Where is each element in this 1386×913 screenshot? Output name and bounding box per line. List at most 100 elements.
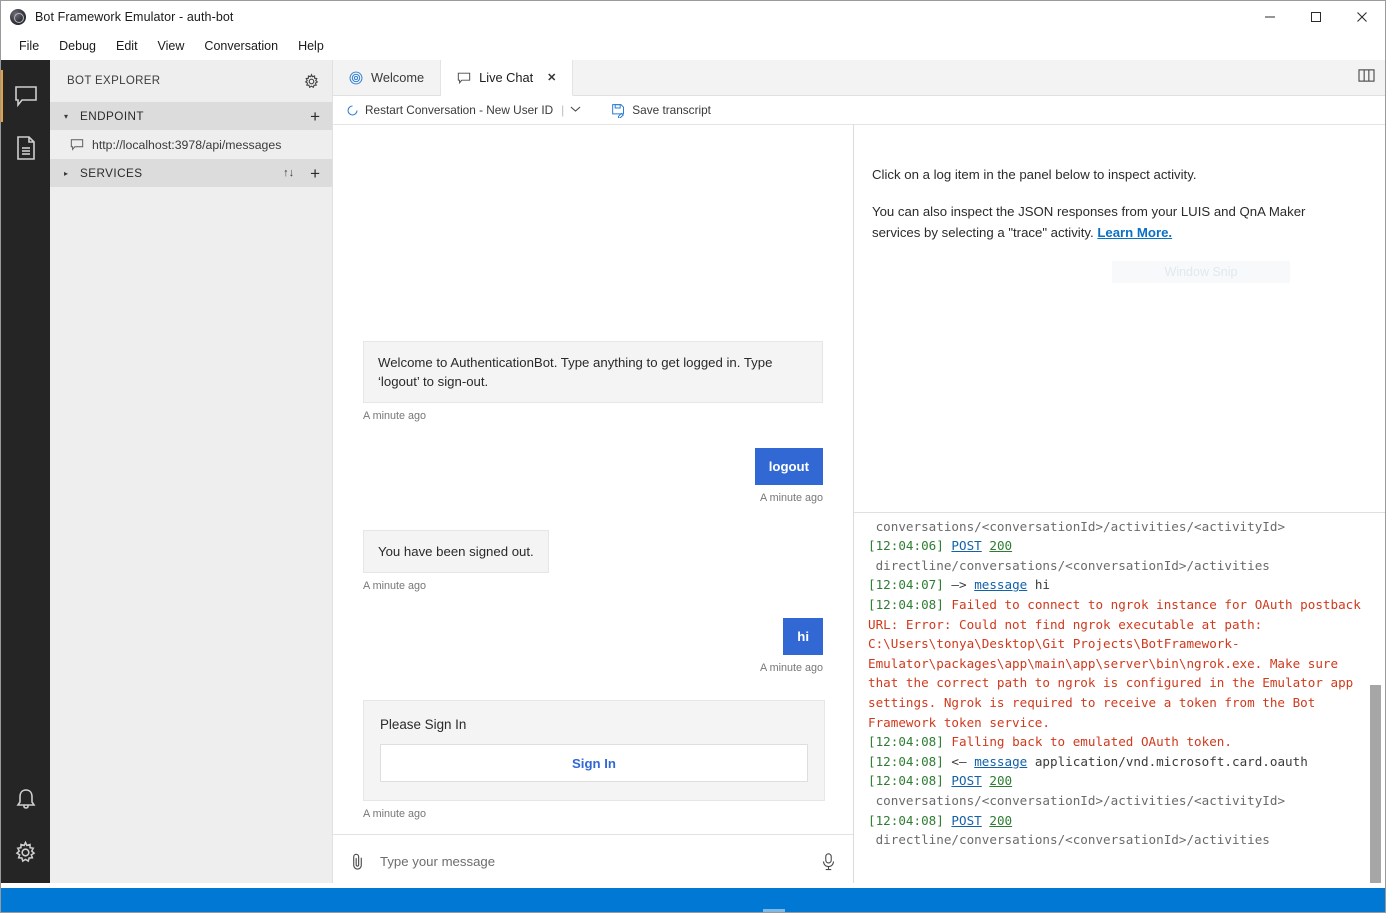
menu-item-help[interactable]: Help — [288, 35, 334, 57]
log-verb[interactable]: POST — [951, 538, 981, 553]
log-entry[interactable]: [12:04:08] Failed to connect to ngrok in… — [868, 595, 1363, 732]
chat-icon[interactable] — [1, 70, 50, 122]
log-entry[interactable]: [12:04:06] POST 200 directline/conversat… — [868, 536, 1363, 575]
log-timestamp: [12:04:08] — [868, 812, 944, 828]
log-activity-link[interactable]: message — [974, 577, 1027, 592]
explorer-section-services-label: SERVICES — [80, 166, 143, 180]
save-transcript-button[interactable]: Save transcript — [611, 103, 711, 118]
log-timestamp: [12:04:07] — [868, 577, 944, 593]
log-entry[interactable]: [12:04:08] <– message application/vnd.mi… — [868, 752, 1363, 772]
message-row: Welcome to AuthenticationBot. Type anyth… — [363, 340, 823, 422]
log-activity-link[interactable]: message — [974, 754, 1027, 769]
chat-transcript[interactable]: Welcome to AuthenticationBot. Type anyth… — [333, 125, 853, 834]
minimize-button[interactable] — [1247, 1, 1293, 32]
log-status-code[interactable]: 200 — [989, 513, 1012, 514]
menu-item-conversation[interactable]: Conversation — [194, 35, 288, 57]
message-row: logout A minute ago — [363, 447, 823, 504]
log-verb[interactable]: POST — [951, 773, 981, 788]
log-path: directline/conversations/<conversationId… — [868, 557, 1270, 573]
message-timestamp: A minute ago — [363, 409, 427, 422]
bot-message-bubble: Welcome to AuthenticationBot. Type anyth… — [363, 340, 823, 403]
chat-messages-list: Welcome to AuthenticationBot. Type anyth… — [363, 340, 825, 834]
close-icon[interactable]: ✕ — [547, 71, 556, 84]
menu-item-debug[interactable]: Debug — [49, 35, 106, 57]
log-path: conversations/<conversationId>/activitie… — [868, 518, 1286, 534]
message-row: Please Sign In Sign In A minute ago — [363, 700, 825, 820]
tab-live-chat-label: Live Chat — [479, 70, 534, 85]
bot-message-bubble: You have been signed out. — [363, 529, 549, 573]
chevron-down-icon[interactable] — [570, 105, 581, 115]
menu-item-view[interactable]: View — [148, 35, 195, 57]
gear-icon[interactable] — [1, 826, 50, 878]
title-bar: Bot Framework Emulator - auth-bot — [1, 1, 1385, 32]
close-button[interactable] — [1339, 1, 1385, 32]
sign-in-button[interactable]: Sign In — [380, 744, 808, 782]
toolbar-separator: | — [561, 103, 565, 117]
bell-icon[interactable] — [1, 774, 50, 826]
chat-toolbar: Restart Conversation - New User ID | Sav… — [333, 96, 1385, 124]
tab-live-chat[interactable]: Live Chat ✕ — [441, 60, 574, 96]
split-panel-icon[interactable] — [1358, 68, 1375, 88]
log-entry[interactable]: [12:04:08] POST 200 directline/conversat… — [868, 811, 1363, 850]
document-icon[interactable] — [1, 122, 50, 174]
activity-bar-bottom-group — [1, 774, 50, 888]
bot-explorer-title: BOT EXPLORER — [67, 75, 161, 87]
explorer-section-services[interactable]: ▸ SERVICES ↑↓ + — [50, 159, 332, 187]
restart-conversation-label: Restart Conversation - New User ID — [365, 103, 554, 117]
paperclip-icon[interactable] — [349, 852, 366, 871]
log-timestamp: [12:04:06] — [868, 513, 944, 514]
message-input[interactable] — [380, 854, 806, 869]
window-title: Bot Framework Emulator - auth-bot — [35, 9, 234, 24]
log-timestamp: [12:04:08] — [868, 734, 944, 750]
log-verb[interactable]: POST — [951, 513, 981, 514]
main-area: Welcome Live Chat ✕ Restart Conversation… — [333, 60, 1385, 888]
log-entry[interactable]: [12:04:08] Falling back to emulated OAut… — [868, 732, 1363, 752]
microphone-icon[interactable] — [820, 852, 837, 872]
sort-services-button[interactable]: ↑↓ — [283, 167, 294, 179]
log-text: hi — [1027, 577, 1051, 593]
user-message-bubble: logout — [754, 447, 823, 485]
window-controls — [1247, 1, 1385, 32]
log-verb[interactable]: POST — [951, 813, 981, 828]
maximize-button[interactable] — [1293, 1, 1339, 32]
add-endpoint-button[interactable]: + — [310, 108, 320, 125]
endpoint-row[interactable]: http://localhost:3978/api/messages — [50, 130, 332, 159]
message-timestamp: A minute ago — [759, 491, 823, 504]
learn-more-link[interactable]: Learn More. — [1097, 225, 1172, 240]
menu-bar: File Debug Edit View Conversation Help — [1, 32, 1385, 60]
inspector-column: Click on a log item in the panel below t… — [854, 124, 1385, 888]
explorer-section-endpoint[interactable]: ▾ ENDPOINT + — [50, 102, 332, 130]
log-entry[interactable]: [12:04:08] POST 200 conversations/<conve… — [868, 771, 1363, 810]
restart-conversation-button[interactable]: Restart Conversation - New User ID — [346, 103, 553, 117]
save-transcript-label: Save transcript — [632, 103, 711, 117]
oauth-signin-card: Please Sign In Sign In — [363, 700, 825, 801]
log-status-code[interactable]: 200 — [989, 773, 1012, 788]
oauth-card-title: Please Sign In — [380, 717, 467, 732]
menu-item-file[interactable]: File — [9, 35, 49, 57]
log-entry[interactable]: [12:04:06] POST 200 conversations/<conve… — [868, 513, 1363, 536]
endpoint-chat-icon — [70, 138, 84, 152]
restart-circle-icon — [346, 104, 359, 117]
menu-item-edit[interactable]: Edit — [106, 35, 148, 57]
activity-bar-top-group — [1, 60, 50, 174]
chat-column: Welcome to AuthenticationBot. Type anyth… — [333, 124, 854, 888]
chevron-right-icon: ▸ — [63, 168, 68, 178]
user-message-bubble: hi — [783, 618, 823, 655]
emulator-window: Bot Framework Emulator - auth-bot File D… — [0, 0, 1386, 913]
log-timestamp: [12:04:08] — [868, 596, 944, 612]
endpoint-url-label: http://localhost:3978/api/messages — [92, 137, 282, 152]
log-scrollbar[interactable] — [1370, 685, 1381, 885]
log-status-code[interactable]: 200 — [989, 813, 1012, 828]
log-status-code[interactable]: 200 — [989, 538, 1012, 553]
log-entry[interactable]: [12:04:07] –> message hi — [868, 575, 1363, 595]
add-service-button[interactable]: + — [310, 165, 320, 182]
log-panel[interactable]: [12:04:06] POST 200 conversations/<conve… — [854, 513, 1385, 888]
log-entries-list: [12:04:06] POST 200 conversations/<conve… — [854, 513, 1385, 850]
tab-welcome[interactable]: Welcome — [333, 60, 442, 95]
message-timestamp: A minute ago — [363, 808, 427, 820]
log-direction-arrow: –> — [951, 577, 967, 593]
tab-strip: Welcome Live Chat ✕ — [333, 60, 1385, 96]
inspector-hint-line2-text: You can also inspect the JSON responses … — [872, 204, 1306, 240]
gear-icon[interactable] — [303, 72, 320, 90]
log-error-text: Falling back to emulated OAuth token. — [943, 734, 1232, 750]
